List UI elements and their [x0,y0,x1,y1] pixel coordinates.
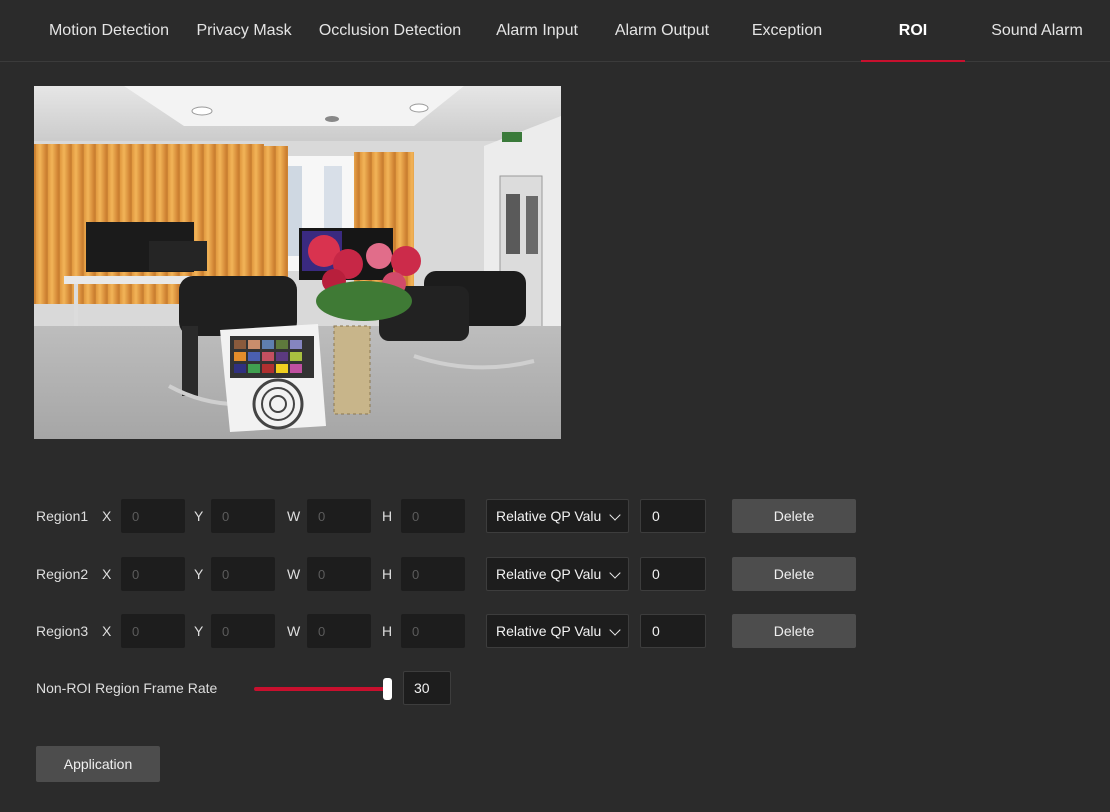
region-3-w-input[interactable] [307,614,371,648]
frame-rate-slider-track[interactable] [254,687,388,691]
region-1-y-input[interactable] [211,499,275,533]
region-3-h-input[interactable] [401,614,465,648]
region-2-qp-value-input[interactable] [640,557,706,591]
application-button[interactable]: Application [36,746,160,782]
region-2-qp-type-value: Relative QP Valu [496,566,602,582]
region-1-qp-type-value: Relative QP Valu [496,508,602,524]
region-1-qp-value-input[interactable] [640,499,706,533]
tab-exception[interactable]: Exception [736,0,838,62]
region-3-delete-button[interactable]: Delete [732,614,856,648]
frame-rate-input[interactable] [403,671,451,705]
region-2-x-input[interactable] [121,557,185,591]
region-1-w-input[interactable] [307,499,371,533]
camera-preview[interactable] [34,86,561,439]
region-3-qp-type-value: Relative QP Valu [496,623,602,639]
tab-alarm-output[interactable]: Alarm Output [600,0,724,62]
region-3-w-label: W [287,623,301,639]
region-3-h-label: H [382,623,393,639]
region-2-w-label: W [287,566,301,582]
tab-sound-alarm[interactable]: Sound Alarm [980,0,1094,62]
region-1-label: Region1 [36,508,89,524]
region-2-label: Region2 [36,566,89,582]
region-3-qp-type-select[interactable]: Relative QP Valu [486,614,629,648]
region-2-w-input[interactable] [307,557,371,591]
region-2-y-label: Y [194,566,204,582]
frame-rate-slider-handle[interactable] [383,678,392,700]
region-3-label: Region3 [36,623,89,639]
region-2-h-input[interactable] [401,557,465,591]
region-1-x-label: X [102,508,112,524]
tab-bar: Motion Detection Privacy Mask Occlusion … [0,0,1110,62]
region-1-x-input[interactable] [121,499,185,533]
region-1-h-input[interactable] [401,499,465,533]
region-3-y-input[interactable] [211,614,275,648]
region-1-qp-type-select[interactable]: Relative QP Valu [486,499,629,533]
tab-alarm-input[interactable]: Alarm Input [484,0,590,62]
region-2-h-label: H [382,566,393,582]
region-1-y-label: Y [194,508,204,524]
region-1-h-label: H [382,508,393,524]
tab-privacy-mask[interactable]: Privacy Mask [188,0,300,62]
roi-region-3-row: Region3 X Y W H Relative QP Valu Delete [0,614,870,648]
region-3-x-label: X [102,623,112,639]
region-2-x-label: X [102,566,112,582]
non-roi-frame-rate-label: Non-ROI Region Frame Rate [36,680,218,696]
chevron-down-icon [609,567,621,579]
tab-motion-detection[interactable]: Motion Detection [36,0,182,62]
roi-region-2-row: Region2 X Y W H Relative QP Valu Delete [0,557,870,591]
region-2-delete-button[interactable]: Delete [732,557,856,591]
roi-region-1-row: Region1 X Y W H Relative QP Valu Delete [0,499,870,533]
region-1-w-label: W [287,508,301,524]
chevron-down-icon [609,509,621,521]
region-3-qp-value-input[interactable] [640,614,706,648]
chevron-down-icon [609,624,621,636]
region-1-delete-button[interactable]: Delete [732,499,856,533]
tab-occlusion-detection[interactable]: Occlusion Detection [308,0,472,62]
region-3-x-input[interactable] [121,614,185,648]
camera-scene-image [34,86,561,439]
region-2-y-input[interactable] [211,557,275,591]
tab-roi[interactable]: ROI [861,0,965,62]
region-2-qp-type-select[interactable]: Relative QP Valu [486,557,629,591]
region-3-y-label: Y [194,623,204,639]
